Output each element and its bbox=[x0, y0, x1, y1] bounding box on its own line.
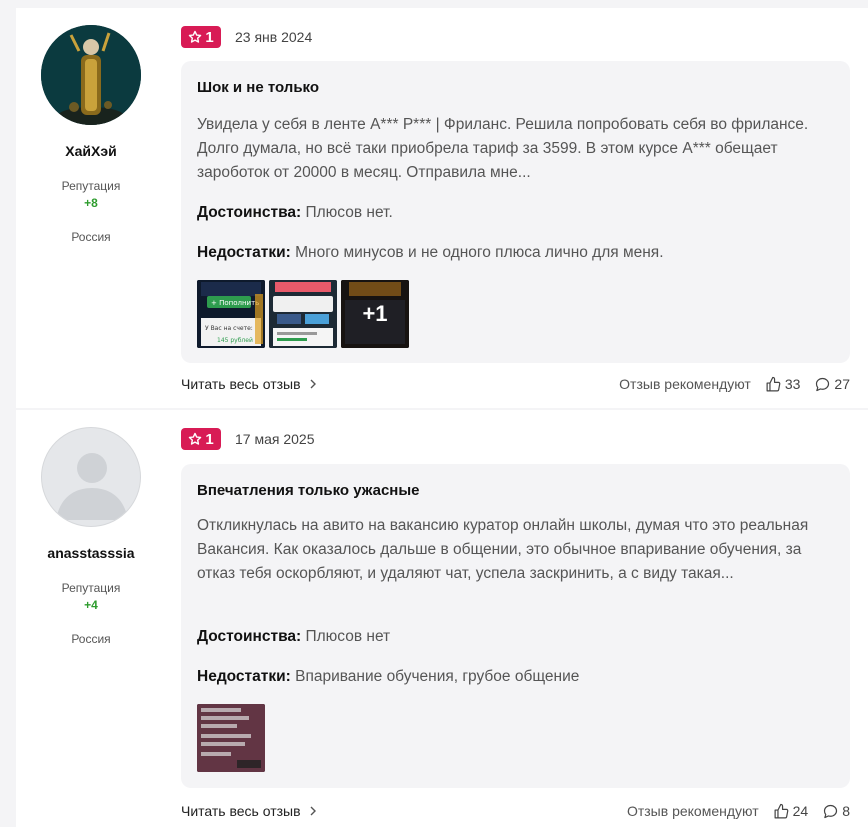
recommend-label: Отзыв рекомендуют bbox=[619, 376, 751, 392]
review-meta: 1 17 мая 2025 bbox=[181, 428, 315, 450]
comments-button[interactable]: 27 bbox=[814, 376, 850, 393]
review-excerpt[interactable]: Откликнулась на авито на вакансию курато… bbox=[197, 514, 827, 586]
author-country: Россия bbox=[71, 632, 111, 646]
review-excerpt[interactable]: Увидела у себя в ленте А*** Р*** | Фрила… bbox=[197, 113, 827, 185]
pros-text: Плюсов нет. bbox=[305, 204, 393, 221]
review-card[interactable]: Впечатления только ужасные Откликнулась … bbox=[181, 464, 850, 788]
review-photo-thumbnail[interactable]: +1 bbox=[341, 280, 409, 348]
avatar[interactable] bbox=[41, 25, 141, 125]
comment-bubble-icon bbox=[824, 804, 838, 818]
comments-button[interactable]: 8 bbox=[822, 803, 850, 820]
likes-count: 24 bbox=[792, 803, 809, 819]
likes-count: 33 bbox=[784, 376, 801, 392]
chevron-right-icon bbox=[310, 379, 316, 389]
recommend-label: Отзыв рекомендуют bbox=[626, 803, 759, 819]
reputation-value: +4 bbox=[84, 598, 98, 612]
pros-label: Достоинства: bbox=[197, 204, 302, 221]
pros-label: Достоинства: bbox=[197, 628, 302, 645]
review-footer: Читать весь отзыв Отзыв рекомендуют 24 8 bbox=[181, 801, 850, 821]
rating-value: 1 bbox=[205, 28, 214, 46]
review-photos: + Пополнить У Вас на счете: 145 рублей +… bbox=[197, 280, 409, 348]
cons-text: Много минусов и не одного плюса лично дл… bbox=[295, 244, 664, 261]
read-more-label: Читать весь отзыв bbox=[181, 803, 301, 819]
rating-value: 1 bbox=[205, 430, 214, 448]
more-photos-overlay[interactable]: +1 bbox=[341, 280, 409, 348]
author-name[interactable]: ХайХэй bbox=[16, 143, 166, 159]
read-full-review-link[interactable]: Читать весь отзыв bbox=[181, 376, 317, 392]
review-footer: Читать весь отзыв Отзыв рекомендуют 33 2… bbox=[181, 374, 850, 394]
cons-label: Недостатки: bbox=[197, 668, 291, 685]
avatar[interactable] bbox=[41, 427, 141, 527]
rating-badge: 1 bbox=[181, 428, 221, 450]
rating-badge: 1 bbox=[181, 26, 221, 48]
star-icon bbox=[189, 432, 202, 445]
review-photo-thumbnail[interactable] bbox=[197, 704, 265, 772]
cons-label: Недостатки: bbox=[197, 244, 291, 261]
thumbs-up-icon bbox=[774, 803, 788, 818]
review-date: 17 мая 2025 bbox=[235, 431, 315, 447]
review-item: anasstasssia Репутация +4 Россия 1 17 ма… bbox=[16, 410, 868, 827]
review-photo-thumbnail[interactable] bbox=[269, 280, 337, 348]
review-photo-thumbnail[interactable]: + Пополнить У Вас на счете: 145 рублей bbox=[197, 280, 265, 348]
cons-text: Впаривание обучения, грубое общение bbox=[295, 668, 580, 685]
reputation-label: Репутация bbox=[61, 179, 121, 193]
review-author: ХайХэй Репутация +8 Россия bbox=[16, 8, 166, 244]
comments-count: 8 bbox=[842, 803, 850, 819]
review-meta: 1 23 янв 2024 bbox=[181, 26, 312, 48]
reputation-value: +8 bbox=[84, 196, 98, 210]
comments-count: 27 bbox=[834, 376, 850, 392]
author-country: Россия bbox=[71, 230, 111, 244]
screenshot-image: + Пополнить У Вас на счете: 145 рублей bbox=[197, 280, 265, 348]
avatar-photo-image bbox=[41, 25, 141, 125]
likes-button[interactable]: 24 bbox=[773, 803, 809, 820]
reviews-page: ХайХэй Репутация +8 Россия 1 23 янв 2024… bbox=[0, 0, 868, 827]
screenshot-image bbox=[197, 704, 265, 772]
comment-bubble-icon bbox=[816, 377, 830, 391]
review-author: anasstasssia Репутация +4 Россия bbox=[16, 410, 166, 646]
read-full-review-link[interactable]: Читать весь отзыв bbox=[181, 803, 317, 819]
likes-button[interactable]: 33 bbox=[765, 376, 801, 393]
pros-text: Плюсов нет bbox=[305, 628, 391, 645]
review-item: ХайХэй Репутация +8 Россия 1 23 янв 2024… bbox=[16, 8, 868, 408]
thumb-text-2: У Вас на счете: bbox=[205, 325, 253, 332]
thumbs-up-icon bbox=[766, 376, 781, 391]
thumb-text-3: 145 рублей bbox=[217, 337, 253, 344]
chevron-right-icon bbox=[310, 806, 316, 816]
review-cons: Недостатки: Много минусов и не одного пл… bbox=[197, 244, 664, 262]
star-icon bbox=[189, 30, 202, 43]
review-title[interactable]: Впечатления только ужасные bbox=[197, 482, 420, 499]
review-card[interactable]: Шок и не только Увидела у себя в ленте А… bbox=[181, 61, 850, 363]
review-cons: Недостатки: Впаривание обучения, грубое … bbox=[197, 668, 579, 686]
review-title[interactable]: Шок и не только bbox=[197, 79, 319, 96]
thumb-text-1: + Пополнить bbox=[211, 299, 259, 307]
screenshot-image bbox=[269, 280, 337, 348]
default-avatar-icon bbox=[56, 453, 128, 520]
review-date: 23 янв 2024 bbox=[235, 29, 313, 45]
read-more-label: Читать весь отзыв bbox=[181, 376, 301, 392]
review-pros: Достоинства: Плюсов нет bbox=[197, 628, 390, 646]
reputation-label: Репутация bbox=[61, 581, 121, 595]
review-photos bbox=[197, 704, 265, 772]
author-name[interactable]: anasstasssia bbox=[16, 545, 166, 561]
review-pros: Достоинства: Плюсов нет. bbox=[197, 204, 393, 222]
